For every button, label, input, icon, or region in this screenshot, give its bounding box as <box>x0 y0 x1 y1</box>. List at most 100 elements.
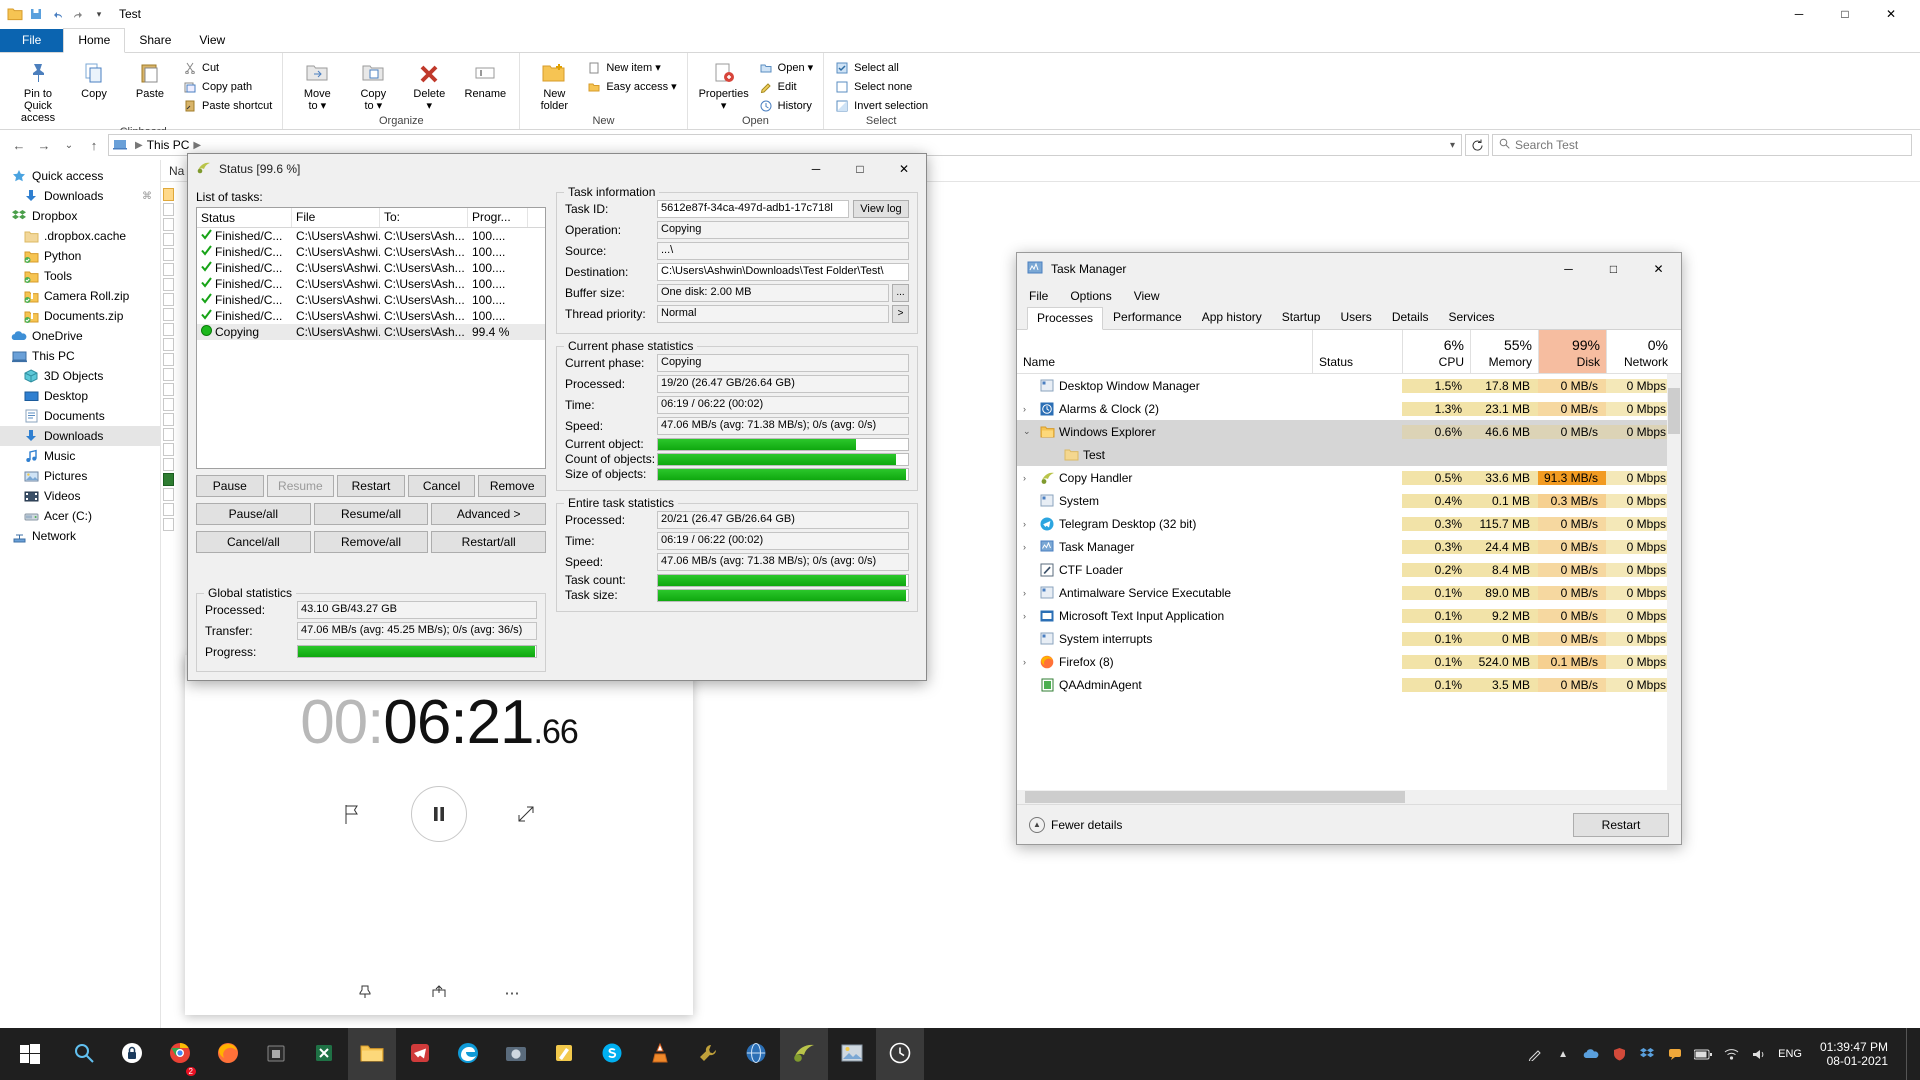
tab-share[interactable]: Share <box>125 29 185 52</box>
taskbar-app-vlc[interactable] <box>636 1028 684 1080</box>
battery-icon[interactable] <box>1694 1045 1713 1063</box>
volume-icon[interactable] <box>1750 1045 1768 1063</box>
tab-processes[interactable]: Processes <box>1027 307 1104 330</box>
select-all-button[interactable]: Select all <box>830 58 932 77</box>
nav-item-network[interactable]: Network <box>0 526 160 546</box>
nav-item-documents-zip[interactable]: Documents.zip <box>0 306 160 326</box>
file-item-icon[interactable] <box>163 263 174 276</box>
copy-button[interactable]: Copy <box>66 56 122 102</box>
tm-minimize-button[interactable]: ─ <box>1546 254 1591 285</box>
process-rows[interactable]: Desktop Window Manager 1.5% 17.8 MB 0 MB/s 0… <box>1017 374 1681 790</box>
table-row[interactable]: Copying C:\Users\Ashwi... C:\Users\Ash... 9… <box>197 324 545 340</box>
header-cpu[interactable]: 6% CPU <box>1402 330 1470 373</box>
tab-services[interactable]: Services <box>1439 306 1505 329</box>
taskbar-app-excel[interactable] <box>300 1028 348 1080</box>
status-maximize-button[interactable]: □ <box>838 155 882 184</box>
remove-all-button[interactable]: Remove/all <box>313 531 429 553</box>
taskbar-app-password-manager[interactable] <box>108 1028 156 1080</box>
taskbar-app-edge[interactable] <box>444 1028 492 1080</box>
move-to-button[interactable]: Move to ▾ <box>289 56 345 114</box>
redo-icon[interactable] <box>69 5 87 23</box>
taskbar-app-paint[interactable] <box>540 1028 588 1080</box>
restart-button[interactable]: Restart <box>1573 812 1669 837</box>
nav-item-dropbox[interactable]: Dropbox <box>0 206 160 226</box>
file-item-icon[interactable] <box>163 398 174 411</box>
nav-item-dropbox-cache[interactable]: .dropbox.cache <box>0 226 160 246</box>
taskbar-app-alarms-clock[interactable] <box>876 1028 924 1080</box>
copy-to-button[interactable]: Copy to ▾ <box>345 56 401 114</box>
process-row[interactable]: CTF Loader 0.2% 8.4 MB 0 MB/s 0 Mbps <box>1017 558 1681 581</box>
search-input[interactable]: Search Test <box>1492 134 1912 156</box>
taskbar-app-telegram[interactable] <box>396 1028 444 1080</box>
process-row[interactable]: › Firefox (8) 0.1% 524.0 MB 0.1 MB/s 0 Mbps <box>1017 650 1681 673</box>
nav-item-acer-c[interactable]: Acer (C:) <box>0 506 160 526</box>
header-network[interactable]: 0% Network <box>1606 330 1674 373</box>
arrow-up-icon[interactable]: ▲ <box>1554 1045 1572 1063</box>
task-manager-titlebar[interactable]: Task Manager ─ □ ✕ <box>1017 253 1681 285</box>
col-status[interactable]: Status <box>197 208 292 227</box>
process-row[interactable]: › Copy Handler 0.5% 33.6 MB 91.3 MB/s 0 Mbps <box>1017 466 1681 489</box>
nav-item-python[interactable]: Python <box>0 246 160 266</box>
restart-button[interactable]: Restart <box>337 475 405 497</box>
undo-icon[interactable] <box>48 5 66 23</box>
process-row[interactable]: Desktop Window Manager 1.5% 17.8 MB 0 MB/s 0… <box>1017 374 1681 397</box>
more-icon[interactable]: ⋯ <box>505 984 522 1002</box>
taskbar-app-store[interactable] <box>252 1028 300 1080</box>
process-row[interactable]: Test <box>1017 443 1681 466</box>
scrollbar-thumb[interactable] <box>1668 388 1680 434</box>
paste-shortcut-button[interactable]: Paste shortcut <box>178 96 276 115</box>
clock[interactable]: 01:39:47 PM 08-01-2021 <box>1812 1040 1896 1068</box>
tab-app-history[interactable]: App history <box>1192 306 1272 329</box>
forward-button[interactable]: → <box>33 134 55 156</box>
process-row[interactable]: QAAdminAgent 0.1% 3.5 MB 0 MB/s 0 Mbps <box>1017 673 1681 696</box>
file-item-icon[interactable] <box>163 308 174 321</box>
file-item-icon[interactable] <box>163 338 174 351</box>
file-item-icon[interactable] <box>163 503 174 516</box>
hscrollbar-thumb[interactable] <box>1025 791 1405 803</box>
open-button[interactable]: Open ▾ <box>754 58 818 77</box>
process-row[interactable]: System interrupts 0.1% 0 MB 0 MB/s 0 Mbps <box>1017 627 1681 650</box>
view-log-button[interactable]: View log <box>853 199 909 218</box>
expand-icon[interactable] <box>509 797 543 831</box>
save-icon[interactable] <box>27 5 45 23</box>
pause-button[interactable]: Pause <box>196 475 264 497</box>
file-item-icon[interactable] <box>163 188 174 201</box>
process-row[interactable]: › Microsoft Text Input Application 0.1% 9.2… <box>1017 604 1681 627</box>
table-row[interactable]: Finished/C... C:\Users\Ashwi... C:\Users\A… <box>197 244 545 260</box>
nav-item-quick-access[interactable]: Quick access <box>0 166 160 186</box>
file-item-icon[interactable] <box>163 248 174 261</box>
tm-close-button[interactable]: ✕ <box>1636 254 1681 285</box>
vertical-scrollbar[interactable] <box>1667 374 1681 790</box>
task-list[interactable]: Status File To: Progr... Finished/C... C:… <box>196 207 546 469</box>
chevron-down-icon[interactable]: ▾ <box>90 5 108 23</box>
nav-item-onedrive[interactable]: OneDrive <box>0 326 160 346</box>
expand-arrow-icon[interactable]: › <box>1023 588 1035 598</box>
nav-item-camera-roll-zip[interactable]: Camera Roll.zip <box>0 286 160 306</box>
paste-button[interactable]: Paste <box>122 56 178 102</box>
fewer-details-button[interactable]: ▲ Fewer details <box>1029 816 1122 833</box>
pause-button[interactable] <box>411 786 467 842</box>
expand-arrow-icon[interactable]: › <box>1023 542 1035 552</box>
menu-options[interactable]: Options <box>1070 289 1111 303</box>
header-memory[interactable]: 55% Memory <box>1470 330 1538 373</box>
tab-users[interactable]: Users <box>1330 306 1381 329</box>
easy-access-button[interactable]: Easy access ▾ <box>582 77 680 96</box>
process-row[interactable]: System 0.4% 0.1 MB 0.3 MB/s 0 Mbps <box>1017 489 1681 512</box>
file-item-icon[interactable] <box>163 323 174 336</box>
table-row[interactable]: Finished/C... C:\Users\Ashwi... C:\Users\A… <box>197 260 545 276</box>
process-row[interactable]: › Antimalware Service Executable 0.1% 89.0 … <box>1017 581 1681 604</box>
menu-view[interactable]: View <box>1134 289 1160 303</box>
pen-icon[interactable] <box>1526 1045 1544 1063</box>
select-none-button[interactable]: Select none <box>830 77 932 96</box>
taskbar-app-globe[interactable] <box>732 1028 780 1080</box>
maximize-button[interactable]: □ <box>1822 0 1868 28</box>
table-row[interactable]: Finished/C... C:\Users\Ashwi... C:\Users\A… <box>197 228 545 244</box>
tab-startup[interactable]: Startup <box>1272 306 1331 329</box>
remove-button[interactable]: Remove <box>478 475 546 497</box>
file-item-icon[interactable] <box>163 428 174 441</box>
col-to[interactable]: To: <box>380 208 468 227</box>
taskbar-app-tool[interactable] <box>684 1028 732 1080</box>
cancel-button[interactable]: Cancel <box>407 475 476 497</box>
file-item-icon[interactable] <box>163 473 174 486</box>
expand-arrow-icon[interactable]: › <box>1023 657 1035 667</box>
